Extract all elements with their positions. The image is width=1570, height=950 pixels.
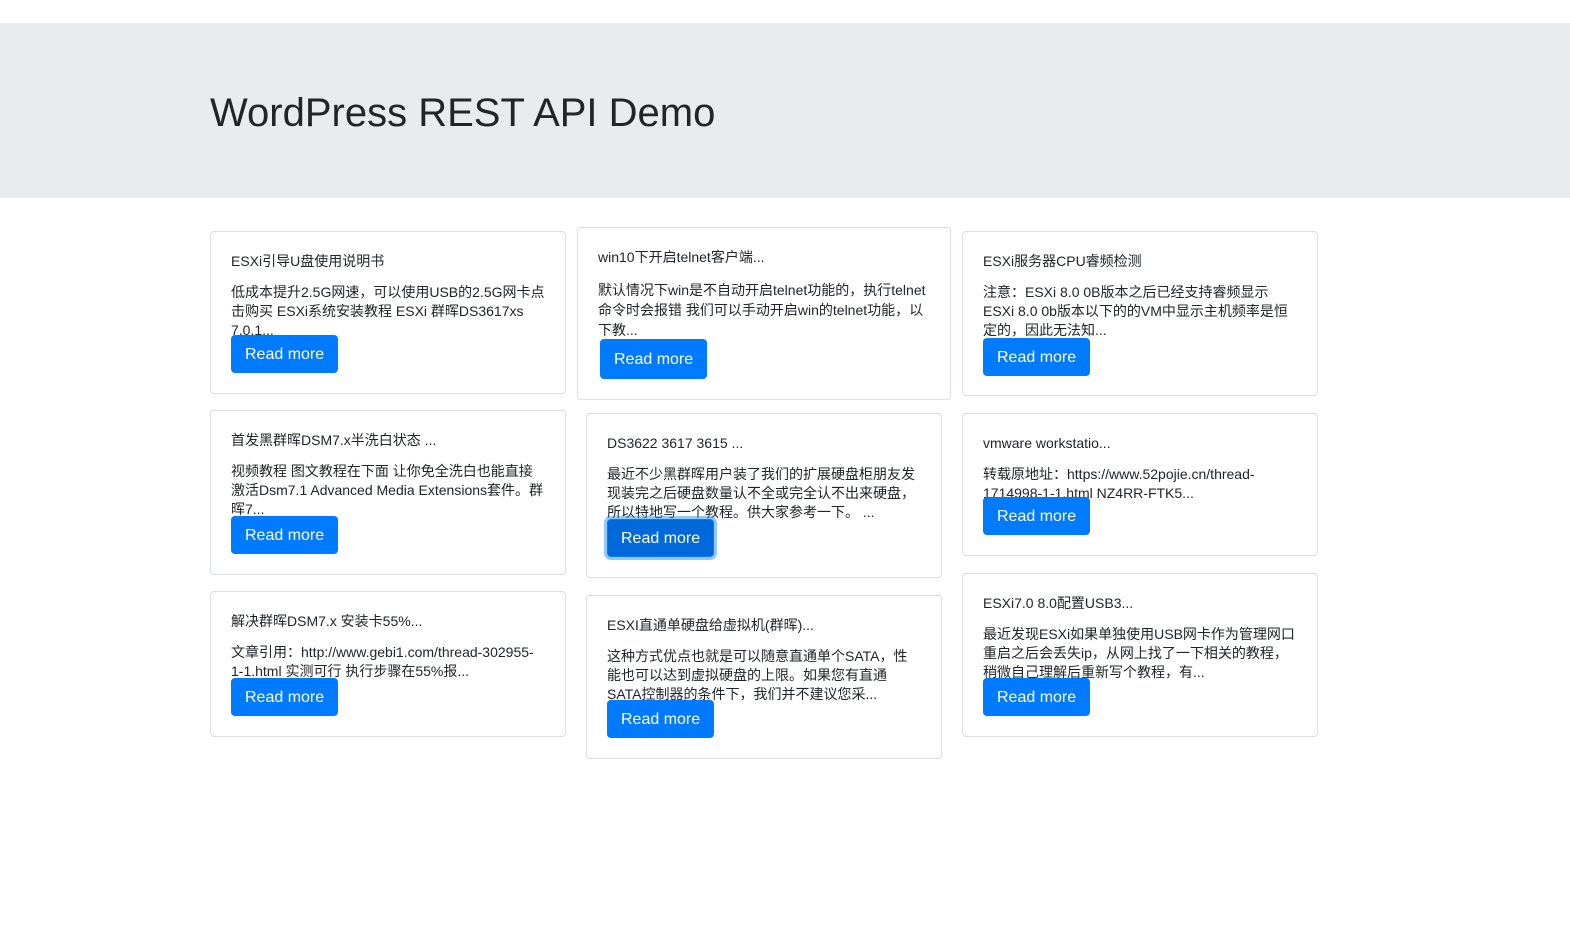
post-title: DS3622 3617 3615 ... — [607, 435, 744, 451]
post-card: win10下开启telnet客户端... 默认情况下win是不自动开启telne… — [577, 227, 951, 400]
page-title: WordPress REST API Demo — [210, 91, 716, 135]
post-excerpt: 最近不少黑群晖用户装了我们的扩展硬盘柜朋友发现装完之后硬盘数量认不全或完全认不出… — [607, 466, 915, 520]
post-title: ESXi服务器CPU睿频检测 — [983, 253, 1142, 269]
post-card: vmware workstatio... 转载原地址：https://www.5… — [962, 413, 1318, 556]
read-more-button[interactable]: Read more — [983, 678, 1091, 716]
post-excerpt: 注意：ESXi 8.0 0B版本之后已经支持睿频显示 ESXi 8.0 0b版本… — [983, 284, 1288, 338]
post-excerpt: 这种方式优点也就是可以随意直通单个SATA，性能也可以达到虚拟硬盘的上限。如果您… — [607, 648, 908, 702]
post-excerpt: 默认情况下win是不自动开启telnet功能的，执行telnet命令时会报错 我… — [598, 282, 926, 338]
read-more-button[interactable]: Read more — [231, 678, 339, 716]
post-title: win10下开启telnet客户端... — [598, 249, 765, 265]
post-title: ESXI直通单硬盘给虚拟机(群晖)... — [607, 617, 814, 633]
post-card: ESXI直通单硬盘给虚拟机(群晖)... 这种方式优点也就是可以随意直通单个SA… — [586, 595, 942, 759]
read-more-button[interactable]: Read more — [983, 338, 1091, 376]
post-excerpt: 视频教程 图文教程在下面 让你免全洗白也能直接激活Dsm7.1 Advanced… — [231, 463, 544, 517]
post-card: ESXi服务器CPU睿频检测 注意：ESXi 8.0 0B版本之后已经支持睿频显… — [962, 231, 1318, 396]
page-header: WordPress REST API Demo — [0, 23, 1570, 198]
post-title: vmware workstatio... — [983, 435, 1111, 451]
post-card: 首发黑群晖DSM7.x半洗白状态 ... 视频教程 图文教程在下面 让你免全洗白… — [210, 410, 566, 575]
post-card: ESXi7.0 8.0配置USB3... 最近发现ESXi如果单独使用USB网卡… — [962, 573, 1318, 737]
post-title: ESXi7.0 8.0配置USB3... — [983, 595, 1134, 611]
post-card: ESXi引导U盘使用说明书 低成本提升2.5G网速，可以使用USB的2.5G网卡… — [210, 231, 566, 394]
read-more-button[interactable]: Read more — [231, 335, 339, 373]
post-title: 首发黑群晖DSM7.x半洗白状态 ... — [231, 432, 437, 448]
read-more-button[interactable]: Read more — [607, 519, 715, 557]
post-title: 解决群晖DSM7.x 安装卡55%... — [231, 613, 423, 629]
read-more-button[interactable]: Read more — [600, 339, 708, 379]
read-more-button[interactable]: Read more — [983, 497, 1091, 535]
read-more-button[interactable]: Read more — [231, 516, 339, 554]
post-excerpt: 低成本提升2.5G网速，可以使用USB的2.5G网卡点击购买 ESXi系统安装教… — [231, 284, 545, 338]
post-card: 解决群晖DSM7.x 安装卡55%... 文章引用：http://www.geb… — [210, 591, 566, 737]
post-card: DS3622 3617 3615 ... 最近不少黑群晖用户装了我们的扩展硬盘柜… — [586, 413, 942, 578]
post-title: ESXi引导U盘使用说明书 — [231, 253, 385, 269]
post-excerpt: 最近发现ESXi如果单独使用USB网卡作为管理网口重启之后会丢失ip，从网上找了… — [983, 626, 1295, 680]
read-more-button[interactable]: Read more — [607, 700, 715, 738]
